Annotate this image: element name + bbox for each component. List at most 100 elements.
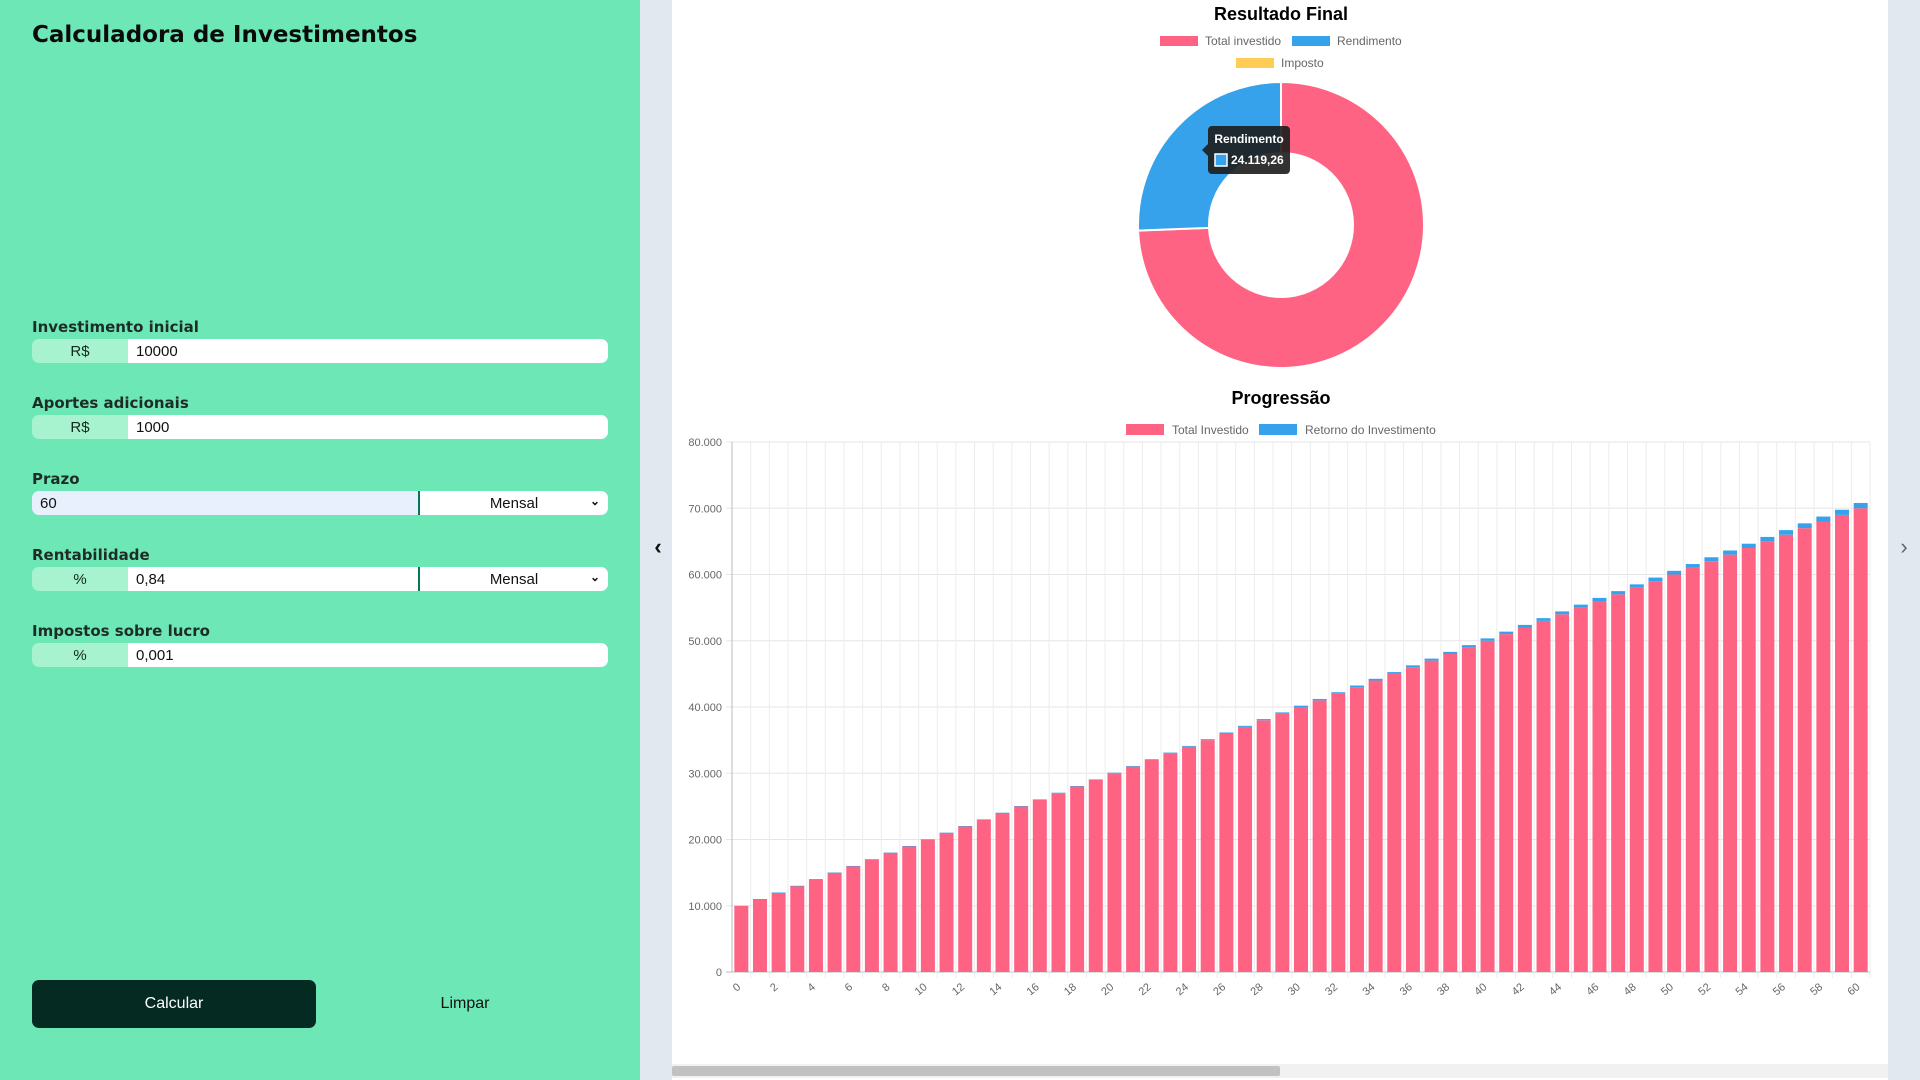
bar-invested[interactable] bbox=[1592, 601, 1607, 972]
bar-invested[interactable] bbox=[1667, 574, 1682, 973]
bar-return[interactable] bbox=[1331, 692, 1346, 694]
bar-return[interactable] bbox=[1238, 725, 1253, 727]
bar-invested[interactable] bbox=[790, 885, 805, 972]
term-input[interactable] bbox=[32, 491, 418, 515]
bar-return[interactable] bbox=[1014, 806, 1029, 807]
bar-return[interactable] bbox=[1629, 584, 1644, 588]
bar-return[interactable] bbox=[1051, 792, 1066, 794]
bar-return[interactable] bbox=[1032, 799, 1047, 800]
bar-return[interactable] bbox=[1163, 752, 1178, 754]
bar-return[interactable] bbox=[864, 859, 879, 860]
legend-label[interactable]: Retorno do Investimento bbox=[1305, 423, 1436, 437]
rate-period-select[interactable]: Mensal ⌄ bbox=[418, 567, 608, 591]
bar-return[interactable] bbox=[1126, 765, 1141, 767]
bar-invested[interactable] bbox=[1723, 554, 1738, 972]
bar-return[interactable] bbox=[1835, 509, 1850, 515]
legend-label[interactable]: Imposto bbox=[1281, 56, 1324, 70]
bar-invested[interactable] bbox=[1368, 680, 1383, 973]
bar-return[interactable] bbox=[1760, 536, 1775, 542]
bar-invested[interactable] bbox=[1648, 581, 1663, 972]
bar-return[interactable] bbox=[1573, 604, 1588, 608]
bar-return[interactable] bbox=[1704, 557, 1719, 562]
bar-invested[interactable] bbox=[1032, 799, 1047, 972]
bar-invested[interactable] bbox=[1182, 746, 1197, 972]
bar-invested[interactable] bbox=[1387, 673, 1402, 972]
bar-return[interactable] bbox=[1480, 638, 1495, 641]
bar-return[interactable] bbox=[1144, 759, 1159, 760]
bar-invested[interactable] bbox=[995, 813, 1010, 972]
bar-return[interactable] bbox=[1294, 705, 1308, 707]
bar-return[interactable] bbox=[1275, 712, 1290, 714]
tax-input[interactable] bbox=[128, 643, 608, 667]
bar-return[interactable] bbox=[939, 832, 954, 834]
bar-invested[interactable] bbox=[1256, 720, 1271, 972]
bar-invested[interactable] bbox=[1405, 667, 1420, 972]
bar-invested[interactable] bbox=[1443, 654, 1458, 972]
bar-return[interactable] bbox=[958, 826, 973, 827]
bar-invested[interactable] bbox=[920, 839, 935, 973]
bar-invested[interactable] bbox=[1704, 561, 1719, 972]
bar-invested[interactable] bbox=[1349, 687, 1364, 972]
bar-invested[interactable] bbox=[1499, 634, 1514, 972]
bar-invested[interactable] bbox=[1760, 541, 1775, 972]
bar-invested[interactable] bbox=[1088, 779, 1103, 972]
bar-return[interactable] bbox=[1349, 685, 1364, 688]
bar-return[interactable] bbox=[883, 852, 898, 854]
bar-return[interactable] bbox=[1797, 523, 1812, 529]
term-period-select[interactable]: Mensal ⌄ bbox=[418, 491, 608, 515]
additional-contributions-input[interactable] bbox=[128, 415, 608, 439]
bar-invested[interactable] bbox=[1275, 713, 1290, 972]
bar-invested[interactable] bbox=[846, 866, 861, 972]
bar-invested[interactable] bbox=[1461, 647, 1476, 972]
chevron-right-icon[interactable]: › bbox=[1892, 532, 1916, 562]
bar-return[interactable] bbox=[976, 819, 991, 820]
bar-return[interactable] bbox=[1592, 597, 1607, 601]
bar-invested[interactable] bbox=[1573, 607, 1588, 972]
bar-invested[interactable] bbox=[1163, 753, 1178, 972]
bar-invested[interactable] bbox=[1331, 693, 1346, 972]
bar-return[interactable] bbox=[1107, 772, 1122, 774]
bar-return[interactable] bbox=[1741, 543, 1756, 548]
clear-button[interactable]: Limpar bbox=[390, 980, 540, 1028]
bar-invested[interactable] bbox=[958, 826, 973, 972]
bar-invested[interactable] bbox=[1424, 660, 1439, 972]
bar-return[interactable] bbox=[1070, 786, 1085, 787]
bar-return[interactable] bbox=[1219, 732, 1234, 734]
bar-invested[interactable] bbox=[902, 846, 917, 972]
bar-return[interactable] bbox=[1816, 516, 1831, 522]
bar-return[interactable] bbox=[1685, 564, 1700, 568]
bar-invested[interactable] bbox=[976, 819, 991, 972]
bar-return[interactable] bbox=[1667, 570, 1682, 575]
bar-invested[interactable] bbox=[883, 852, 898, 972]
bar-return[interactable] bbox=[790, 885, 805, 887]
bar-invested[interactable] bbox=[1107, 773, 1122, 972]
bar-return[interactable] bbox=[771, 892, 786, 893]
bar-return[interactable] bbox=[752, 899, 767, 900]
bar-invested[interactable] bbox=[1144, 760, 1159, 972]
bar-return[interactable] bbox=[1182, 745, 1197, 747]
bar-return[interactable] bbox=[1312, 698, 1327, 701]
bar-invested[interactable] bbox=[1294, 707, 1308, 972]
bar-invested[interactable] bbox=[752, 899, 767, 972]
bar-return[interactable] bbox=[920, 839, 935, 840]
bar-return[interactable] bbox=[1517, 624, 1532, 628]
bar-invested[interactable] bbox=[1629, 587, 1644, 972]
bar-invested[interactable] bbox=[1685, 567, 1700, 972]
bar-invested[interactable] bbox=[771, 892, 786, 973]
bar-invested[interactable] bbox=[1536, 620, 1551, 972]
bar-return[interactable] bbox=[1368, 678, 1383, 681]
bar-return[interactable] bbox=[1088, 779, 1103, 780]
initial-investment-input[interactable] bbox=[128, 339, 608, 363]
bar-invested[interactable] bbox=[827, 872, 842, 972]
bar-return[interactable] bbox=[1424, 658, 1439, 661]
bar-return[interactable] bbox=[1387, 672, 1402, 674]
bar-invested[interactable] bbox=[1835, 514, 1850, 972]
rate-input[interactable] bbox=[128, 567, 418, 591]
bar-return[interactable] bbox=[1723, 550, 1738, 555]
bar-invested[interactable] bbox=[1070, 786, 1085, 973]
bar-return[interactable] bbox=[1461, 645, 1476, 648]
chevron-left-icon[interactable]: ‹ bbox=[646, 532, 670, 562]
bar-return[interactable] bbox=[1648, 577, 1663, 582]
calculate-button[interactable]: Calcular bbox=[32, 980, 316, 1028]
bar-invested[interactable] bbox=[1555, 614, 1570, 972]
